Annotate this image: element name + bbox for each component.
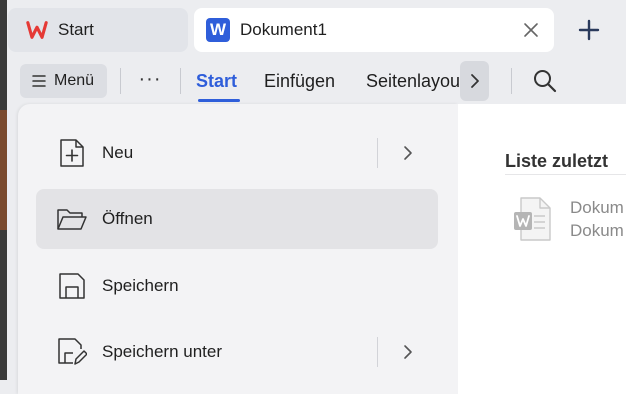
search-icon[interactable]	[532, 68, 558, 94]
ribbon-divider	[120, 68, 121, 94]
menu-item-new[interactable]: Neu	[36, 123, 438, 183]
ribbon-divider	[180, 68, 181, 94]
chevron-right-icon	[470, 74, 479, 88]
ribbon-tab-einfuegen[interactable]: Einfügen	[264, 71, 335, 92]
chevron-right-icon[interactable]	[399, 342, 417, 362]
menu-button-label: Menü	[54, 72, 95, 89]
ribbon-tab-seitenlayout[interactable]: Seitenlayout	[366, 71, 460, 92]
active-tab-indicator	[198, 99, 240, 102]
menu-item-save-as[interactable]: Speichern unter	[36, 322, 438, 382]
menu-item-save[interactable]: Speichern	[36, 256, 438, 316]
close-icon[interactable]	[522, 21, 540, 39]
submenu-divider	[377, 138, 378, 168]
ribbon-scroll-right-button[interactable]	[460, 61, 489, 101]
recent-file-name: Dokum	[570, 198, 624, 217]
recent-list-title: Liste zuletzt	[505, 151, 609, 171]
desktop-edge-strip-highlight	[0, 110, 7, 230]
save-as-icon	[56, 336, 88, 368]
ribbon-divider	[511, 68, 512, 94]
wps-logo-icon	[26, 21, 48, 39]
recent-title-divider	[505, 174, 626, 175]
tab-document[interactable]: W Dokument1	[194, 8, 554, 52]
menu-button[interactable]: Menü	[20, 64, 107, 98]
folder-open-icon	[56, 203, 88, 235]
more-button[interactable]: ···	[136, 68, 164, 94]
hamburger-icon	[32, 75, 46, 87]
menu-item-save-as-label: Speichern unter	[102, 342, 223, 361]
word-doc-icon: W	[206, 18, 230, 42]
chevron-right-icon[interactable]	[399, 143, 417, 163]
tab-document-label: Dokument1	[240, 20, 327, 39]
save-icon	[56, 270, 88, 302]
menu-item-save-label: Speichern	[102, 276, 179, 295]
submenu-divider	[377, 337, 378, 367]
menu-item-open[interactable]: Öffnen	[36, 189, 438, 249]
new-document-icon	[56, 137, 88, 169]
file-menu-panel: Neu Öffnen Speichern Speichern unter	[18, 104, 458, 394]
menu-item-new-label: Neu	[102, 143, 134, 162]
recent-file-path: Dokum	[570, 221, 624, 240]
menu-item-open-label: Öffnen	[102, 209, 153, 228]
ribbon-tab-start[interactable]: Start	[196, 71, 237, 92]
new-tab-button[interactable]	[578, 19, 600, 41]
recent-documents-pane: Liste zuletzt Dokum Dokum	[458, 104, 626, 394]
tab-start[interactable]: Start	[8, 8, 188, 52]
word-file-icon	[514, 197, 551, 241]
recent-file-item[interactable]: Dokum Dokum	[512, 196, 624, 242]
tab-start-label: Start	[58, 20, 94, 39]
